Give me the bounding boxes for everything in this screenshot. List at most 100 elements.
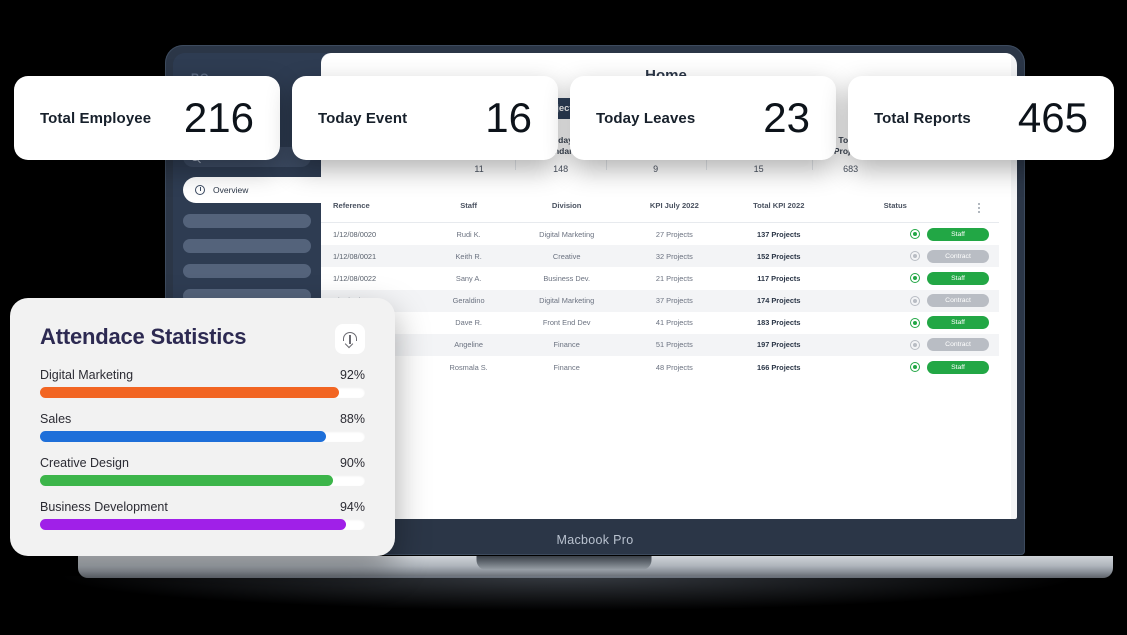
cell-status: Contract [832,245,999,267]
table-column-header[interactable]: Status [832,191,959,223]
laptop-shadow [60,576,1070,610]
cell-kpi-july: 21 Projects [655,273,693,283]
attendance-header: Attendace Statistics [40,324,365,354]
metric-value: 148 [553,163,569,174]
table-row[interactable]: 1/12/08/0023GeraldinoDigital Marketing37… [321,289,999,312]
stat-card-value: 465 [1017,94,1088,141]
cell-division: Digital Marketing [539,229,595,239]
stat-card-value: 23 [763,94,810,141]
status-badge[interactable]: Staff [927,271,989,285]
metric-value: 11 [474,163,484,174]
stat-card-label: Today Event [318,109,408,127]
table-column-header[interactable]: Reference [321,191,428,223]
status-indicator-icon [910,295,920,306]
status-indicator-icon [910,229,920,240]
cell-division: Front End Dev [542,318,591,328]
cell-division: Business Dev. [543,273,591,283]
attendance-progress-fill [40,519,346,530]
sidebar-item-overview[interactable]: Overview [183,176,321,203]
cell-division: Digital Marketing [539,296,595,306]
status-indicator-icon [910,273,920,284]
metric-value: 9 [653,163,659,174]
attendance-item-percent: 90% [339,456,365,470]
cell-kpi-july: 32 Projects [655,251,693,261]
table-header-row: Reference Staff Division KPI July 2022 Total… [321,191,999,223]
sidebar-item-placeholder[interactable] [183,213,311,228]
status-badge[interactable]: Contract [927,338,989,352]
status-indicator-icon [910,251,920,262]
stat-card[interactable]: Total Employee 216 [14,76,280,160]
cell-total-kpi: 197 Projects [756,340,801,350]
status-badge[interactable]: Contract [927,294,989,308]
stat-card-label: Today Leaves [596,109,696,127]
sidebar-placeholder-items [183,213,311,303]
cell-kpi-july: 37 Projects [655,296,693,306]
attendance-progress-fill [40,387,339,398]
table-column-header[interactable]: Total KPI 2022 [725,191,833,223]
cell-total-kpi: 117 Projects [757,273,801,283]
metric-value: 683 [843,163,859,174]
attendance-progress-track [40,475,365,486]
cell-staff: Rudi K. [456,229,481,239]
table-column-header[interactable]: Division [510,191,624,223]
cell-reference: 1/12/08/0020 [333,229,377,239]
attendance-item: Digital Marketing 92% [40,368,365,398]
attendance-item-percent: 92% [339,368,365,382]
table-row[interactable]: 1/12/08/0022 Sany A. Business Dev. 21 Proje… [321,267,999,289]
stat-card[interactable]: Today Event 16 [292,76,558,160]
screenshot-stage: RO ARD Search Menu Overview [0,0,1127,635]
stat-card-label: Total Reports [874,109,971,127]
data-table-wrapper: Reference Staff Division KPI July 2022 Total… [321,191,999,378]
cell-reference: 1/12/08/0022 [333,273,377,283]
cell-total-kpi: 166 Projects [756,362,801,372]
table-column-header[interactable]: KPI July 2022 [623,191,726,223]
attendance-progress-track [40,387,365,398]
attendance-item: Creative Design 90% [40,456,365,486]
stat-card[interactable]: Total Reports 465 [848,76,1114,160]
cell-reference: 1/12/08/0021 [333,251,377,261]
table-row[interactable]: 1/12/08/0024Dave R.Front End Dev41 Proje… [321,312,999,334]
stat-card-value: 216 [183,94,254,141]
cell-total-kpi: 137 Projects [756,229,801,239]
attendance-item-name: Sales [40,412,72,426]
sidebar-item-placeholder[interactable] [183,263,311,278]
attendance-title: Attendace Statistics [40,324,247,349]
cell-kpi-july: 51 Projects [655,340,693,350]
cell-kpi-july: 48 Projects [655,362,693,372]
attendance-item: Sales 88% [40,412,365,442]
status-badge[interactable]: Contract [927,249,989,263]
cell-staff: Rosmala S. [449,362,488,372]
attendance-item: Business Development 94% [40,500,365,530]
attendance-item-percent: 88% [339,412,365,426]
kebab-menu-icon[interactable] [958,191,999,223]
staff-kpi-table: Reference Staff Division KPI July 2022 Total… [321,191,999,378]
table-column-header[interactable]: Staff [427,191,511,223]
status-indicator-icon [910,317,920,328]
attendance-list: Digital Marketing 92% Sales 88% Creative Des… [40,368,365,530]
status-indicator-icon [910,339,920,350]
cell-division: Creative [552,251,581,261]
cell-staff: Dave R. [455,318,482,328]
status-badge[interactable]: Staff [927,360,989,374]
table-row[interactable]: 1/12/08/0025AngelineFinance51 Projects19… [321,333,999,357]
table-body: 1/12/08/0020 Rudi K. Digital Marketing 27 P… [321,222,999,378]
cell-status: Staff [832,267,999,289]
stat-card[interactable]: Today Leaves 23 [570,76,836,160]
status-badge[interactable]: Staff [927,316,989,330]
status-badge[interactable]: Staff [927,227,989,241]
download-button[interactable] [335,324,365,354]
status-indicator-icon [910,362,920,373]
sidebar-item-placeholder[interactable] [183,238,311,253]
cell-total-kpi: 152 Projects [756,251,801,261]
table-row[interactable]: 1/12/08/0021 Keith R. Creative 32 Projects 1… [321,245,999,268]
cell-total-kpi: 174 Projects [756,296,801,306]
table-row[interactable]: 1/12/08/0020 Rudi K. Digital Marketing 27 P… [321,222,999,245]
cell-kpi-july: 41 Projects [655,318,693,328]
cell-staff: Angeline [454,340,484,350]
stat-card-value: 16 [485,94,532,141]
cell-staff: Keith R. [455,251,482,261]
table-row[interactable]: 1/12/08/0026Rosmala S.Finance48 Projects… [321,356,999,378]
cell-total-kpi: 183 Projects [756,318,801,328]
cell-division: Finance [553,340,580,350]
download-icon [342,331,358,349]
